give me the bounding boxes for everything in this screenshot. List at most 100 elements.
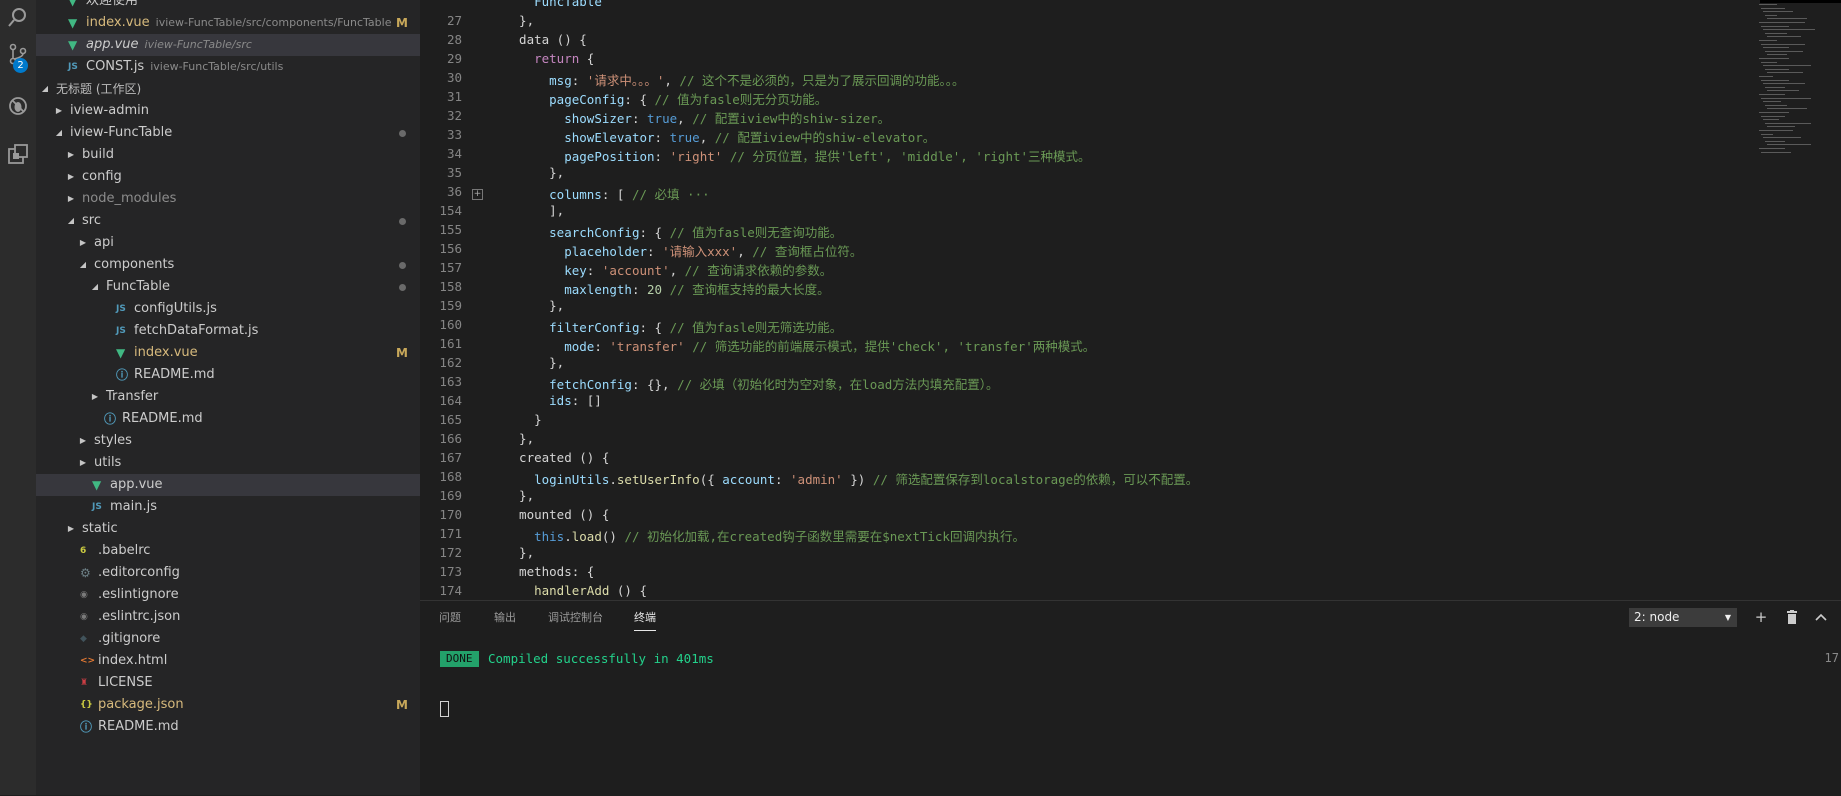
git-status-badge: M: [396, 346, 408, 360]
chevron-open-icon[interactable]: ◢: [78, 254, 88, 276]
chevron-open-icon[interactable]: ◢: [66, 210, 76, 232]
explorer-item-label: 欢迎使用: [86, 0, 138, 12]
code-token: showSizer: [564, 111, 632, 126]
explorer-folder-item[interactable]: ▶ utils: [36, 452, 420, 474]
explorer-folder-item[interactable]: ▶ api: [36, 232, 420, 254]
explorer-item-name: index.vue: [86, 15, 150, 30]
panel-tab[interactable]: 调试控制台: [548, 601, 603, 635]
chevron-open-icon[interactable]: ◢: [90, 276, 100, 298]
explorer-folder-item[interactable]: ▶ build: [36, 144, 420, 166]
explorer-file-item[interactable]: ⓘ README.md: [36, 716, 420, 738]
terminal-select[interactable]: 2: node ▼: [1629, 608, 1737, 627]
code-token: },: [504, 298, 565, 313]
code-token: // 查询请求依赖的参数。: [684, 263, 833, 278]
minimap-line: [1763, 47, 1789, 49]
chevron-right-icon[interactable]: ▶: [78, 452, 88, 474]
explorer-item-label: components: [94, 254, 174, 276]
code-line: mode: 'transfer' // 筛选功能的前端展示模式，提供'check…: [504, 336, 1095, 355]
line-number: 35: [446, 165, 462, 180]
chevron-up-icon[interactable]: [1812, 608, 1830, 626]
explorer-file-item[interactable]: JS CONST.js iview-FuncTable/src/utils: [36, 56, 420, 78]
explorer-file-item[interactable]: JS configUtils.js: [36, 298, 420, 320]
code-token: :: [654, 130, 670, 145]
explorer-file-item[interactable]: ▼ app.vue iview-FuncTable/src: [36, 34, 420, 56]
add-terminal-icon[interactable]: +: [1752, 608, 1770, 626]
js-file-icon: JS: [68, 62, 78, 72]
explorer-file-item[interactable]: 6 .babelrc: [36, 540, 420, 562]
trash-icon[interactable]: [1783, 608, 1801, 626]
js-file-icon: JS: [116, 326, 126, 336]
explorer-file-item[interactable]: {} package.json M: [36, 694, 420, 716]
explorer-folder-item[interactable]: ▶ static: [36, 518, 420, 540]
explorer-file-item[interactable]: ▼ 欢迎使用: [36, 0, 420, 12]
explorer-file-item[interactable]: ⓘ README.md: [36, 364, 420, 386]
explorer-file-item[interactable]: JS fetchDataFormat.js: [36, 320, 420, 342]
code-token: () {: [609, 583, 648, 598]
explorer-item-name: .eslintignore: [98, 587, 179, 602]
explorer-file-item[interactable]: ⓘ README.md: [36, 408, 420, 430]
code-token: return: [534, 51, 580, 66]
explorer-file-item[interactable]: JS main.js: [36, 496, 420, 518]
code-token: },: [504, 488, 535, 503]
code-token: columns: [549, 187, 602, 202]
explorer-folder-item[interactable]: ◢ src: [36, 210, 420, 232]
panel-tab[interactable]: 终端: [634, 601, 656, 635]
chevron-right-icon[interactable]: ▶: [66, 166, 76, 188]
explorer-file-item[interactable]: ▼ index.vue iview-FuncTable/src/components…: [36, 12, 420, 34]
explorer-folder-item[interactable]: ◢ components: [36, 254, 420, 276]
explorer-file-item[interactable]: ⚙ .editorconfig: [36, 562, 420, 584]
explorer-file-item[interactable]: <> index.html: [36, 650, 420, 672]
extensions-icon[interactable]: [0, 136, 36, 172]
panel-tab[interactable]: 问题: [439, 601, 461, 635]
chevron-right-icon[interactable]: ▶: [90, 386, 100, 408]
debug-icon[interactable]: [0, 88, 36, 124]
explorer-item-label: iview-FuncTable: [70, 122, 172, 144]
explorer-folder-item[interactable]: ▶ Transfer: [36, 386, 420, 408]
chevron-right-icon[interactable]: ▶: [66, 144, 76, 166]
explorer-file-item[interactable]: ◉ .eslintignore: [36, 584, 420, 606]
chevron-open-icon[interactable]: ◢: [54, 122, 64, 144]
explorer-folder-item[interactable]: ▶ node_modules: [36, 188, 420, 210]
code-editor[interactable]: FuncTable 27 }, 28 data () {29 return {30 …: [420, 0, 1841, 600]
explorer-item-label: configUtils.js: [134, 298, 217, 320]
line-number: 159: [439, 298, 462, 313]
explorer-file-item[interactable]: ◉ .eslintrc.json: [36, 606, 420, 628]
code-token: placeholder: [564, 244, 648, 259]
chevron-right-icon[interactable]: ▶: [66, 188, 76, 210]
code-token: this: [534, 529, 565, 544]
explorer-file-item[interactable]: ◆ .gitignore: [36, 628, 420, 650]
search-icon[interactable]: [0, 0, 36, 36]
terminal-cursor[interactable]: [440, 701, 449, 717]
code-token: (): [601, 529, 625, 544]
panel-tab[interactable]: 输出: [494, 601, 516, 635]
workspace-section[interactable]: ◢ 无标题 (工作区): [36, 78, 420, 100]
explorer-folder-item[interactable]: ▶ styles: [36, 430, 420, 452]
code-token: : {: [624, 92, 655, 107]
chevron-right-icon[interactable]: ▶: [66, 518, 76, 540]
json-file-icon: {}: [80, 700, 93, 710]
chevron-open-icon[interactable]: ◢: [40, 78, 50, 100]
code-token: :: [774, 472, 791, 487]
minimap-line: [1759, 148, 1785, 149]
explorer-folder-item[interactable]: ◢ iview-FuncTable: [36, 122, 420, 144]
minimap[interactable]: [1755, 0, 1841, 160]
explorer-item-name: Transfer: [106, 389, 159, 404]
explorer-file-item[interactable]: ▼ index.vue M: [36, 342, 420, 364]
minimap-line: [1761, 115, 1785, 117]
minimap-line: [1765, 50, 1803, 52]
code-line: },: [504, 13, 534, 28]
explorer-file-item[interactable]: ▼ app.vue: [36, 474, 420, 496]
minimap-line: [1763, 11, 1793, 13]
minimap-line: [1767, 126, 1795, 128]
git-status-badge: M: [396, 698, 408, 712]
chevron-right-icon[interactable]: ▶: [78, 232, 88, 254]
explorer-file-item[interactable]: ♜ LICENSE: [36, 672, 420, 694]
explorer-folder-item[interactable]: ▶ config: [36, 166, 420, 188]
chevron-right-icon[interactable]: ▶: [78, 430, 88, 452]
explorer-folder-item[interactable]: ▶ iview-admin: [36, 100, 420, 122]
fold-expand-icon[interactable]: +: [472, 189, 483, 200]
chevron-right-icon[interactable]: ▶: [54, 100, 64, 122]
explorer-folder-item[interactable]: ◢ FuncTable: [36, 276, 420, 298]
